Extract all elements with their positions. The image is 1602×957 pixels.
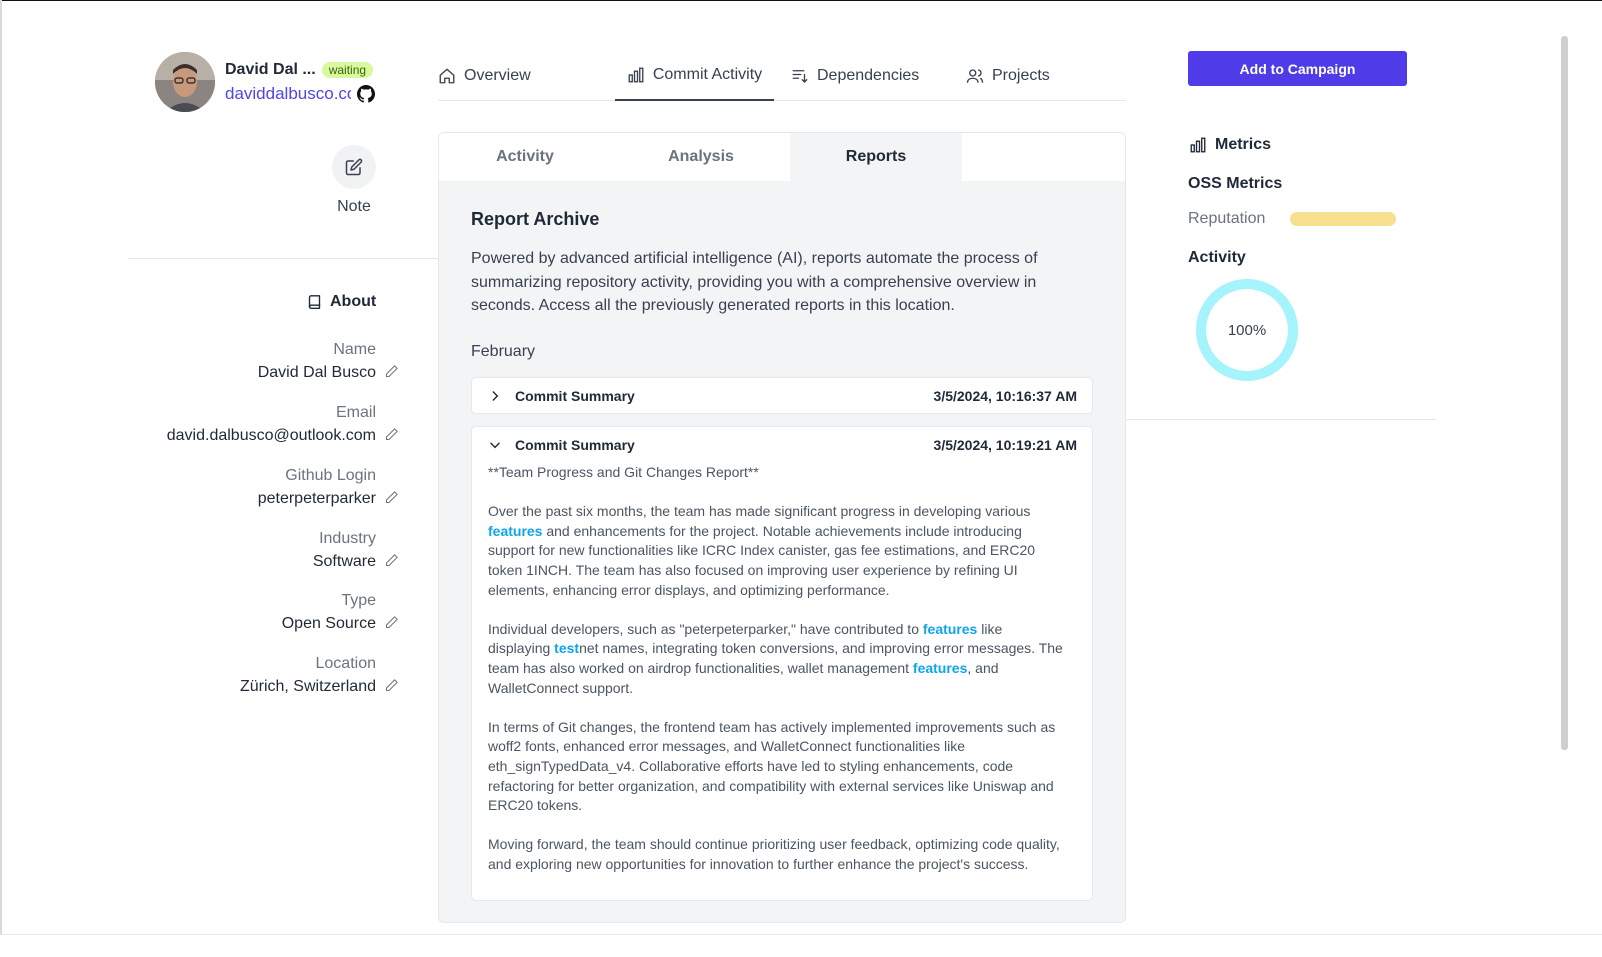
metrics-header: Metrics bbox=[1189, 136, 1271, 154]
text: and enhancements for the project. Notabl… bbox=[488, 522, 1036, 598]
pencil-icon[interactable] bbox=[384, 490, 399, 505]
text: Individual developers, such as "peterpet… bbox=[488, 620, 923, 637]
field-label: Location bbox=[315, 655, 377, 672]
field-value: david.dalbusco@outlook.com bbox=[166, 427, 376, 444]
reputation-bar bbox=[1290, 212, 1396, 226]
chevron-right-icon[interactable] bbox=[488, 389, 502, 403]
field-value: Zürich, Switzerland bbox=[239, 678, 376, 695]
report-header[interactable]: Commit Summary 3/5/2024, 10:19:21 AM bbox=[472, 427, 1092, 463]
list-sort-icon bbox=[792, 70, 808, 83]
left-border bbox=[0, 0, 2, 957]
metrics-title: Metrics bbox=[1215, 136, 1272, 153]
top-border bbox=[0, 0, 1602, 1]
note-button[interactable] bbox=[332, 145, 376, 189]
pencil-icon[interactable] bbox=[384, 678, 399, 693]
pencil-icon[interactable] bbox=[384, 364, 399, 379]
pencil-icon[interactable] bbox=[384, 553, 399, 568]
field-label: Type bbox=[341, 592, 376, 609]
archive-title: Report Archive bbox=[471, 209, 600, 229]
report-title: Commit Summary bbox=[515, 437, 635, 453]
nav-tab-commit-activity[interactable]: Commit Activity bbox=[615, 55, 774, 101]
field-label: Industry bbox=[319, 530, 376, 547]
activity-value: 100% bbox=[1228, 322, 1266, 339]
profile-name: David Dal ... bbox=[225, 61, 316, 78]
report-item-expanded: Commit Summary 3/5/2024, 10:19:21 AM **T… bbox=[471, 426, 1093, 901]
bar-chart-icon bbox=[1190, 137, 1206, 153]
profile-website-link[interactable]: daviddalbusco.com bbox=[225, 84, 351, 104]
book-icon bbox=[308, 295, 321, 309]
report-item[interactable]: Commit Summary 3/5/2024, 10:16:37 AM bbox=[471, 377, 1093, 414]
nav-tab-overview[interactable]: Overview bbox=[438, 55, 531, 101]
nav-tab-dependencies[interactable]: Dependencies bbox=[791, 55, 919, 101]
right-divider bbox=[1126, 419, 1436, 420]
subtab-activity[interactable]: Activity bbox=[439, 133, 611, 181]
home-icon bbox=[439, 68, 455, 84]
about-title: About bbox=[330, 293, 377, 310]
subtab-reports[interactable]: Reports bbox=[790, 133, 962, 181]
profile-name-line: David Dal ... waiting bbox=[225, 61, 374, 79]
profile-handle-line: daviddalbusco.com bbox=[225, 84, 375, 104]
field-label: Github Login bbox=[285, 467, 376, 484]
report-body: **Team Progress and Git Changes Report**… bbox=[472, 463, 1092, 874]
highlight-keyword: features bbox=[912, 659, 968, 676]
field-value: Software bbox=[312, 553, 376, 570]
report-heading: **Team Progress and Git Changes Report** bbox=[488, 464, 759, 480]
about-field-github-login: Github Login peterpeterparker bbox=[258, 465, 376, 511]
field-label: Email bbox=[335, 404, 376, 421]
add-to-campaign-button[interactable]: Add to Campaign bbox=[1188, 51, 1407, 86]
pencil-icon[interactable] bbox=[384, 615, 399, 630]
field-value: peterpeterparker bbox=[257, 490, 376, 507]
nav-tab-label: Projects bbox=[992, 67, 1050, 84]
highlight-keyword: features bbox=[488, 522, 543, 539]
report-header[interactable]: Commit Summary 3/5/2024, 10:16:37 AM bbox=[472, 378, 1092, 414]
highlight-keyword: test bbox=[554, 640, 580, 657]
left-divider bbox=[128, 258, 438, 259]
nav-tab-label: Overview bbox=[464, 67, 531, 84]
report-paragraph: Moving forward, the team should continue… bbox=[488, 836, 1060, 872]
bar-chart-icon bbox=[628, 67, 644, 83]
github-icon[interactable] bbox=[357, 85, 375, 103]
activity-ring: 100% bbox=[1196, 279, 1298, 381]
report-title: Commit Summary bbox=[515, 388, 635, 404]
about-field-location: Location Zürich, Switzerland bbox=[240, 653, 376, 699]
month-label: February bbox=[471, 343, 536, 360]
field-value: David Dal Busco bbox=[257, 364, 376, 381]
reports-panel: Activity Analysis Reports Report Archive… bbox=[438, 132, 1126, 923]
oss-metrics-title: OSS Metrics bbox=[1188, 175, 1283, 192]
bottom-bar bbox=[0, 934, 1602, 957]
report-paragraph: Individual developers, such as "peterpet… bbox=[488, 620, 1064, 698]
chevron-down-icon[interactable] bbox=[488, 438, 502, 452]
reputation-label: Reputation bbox=[1188, 210, 1266, 227]
subtabs: Activity Analysis Reports bbox=[439, 133, 1125, 181]
edit-note-icon bbox=[345, 158, 363, 176]
users-icon bbox=[966, 69, 984, 83]
pencil-icon[interactable] bbox=[384, 427, 399, 442]
highlight-keyword: features bbox=[922, 620, 978, 637]
field-label: Name bbox=[333, 341, 376, 358]
about-field-name: Name David Dal Busco bbox=[258, 339, 376, 385]
note-label: Note bbox=[337, 198, 371, 215]
page-scrollbar[interactable] bbox=[1561, 36, 1568, 750]
activity-title: Activity bbox=[1188, 249, 1246, 266]
nav-tab-label: Dependencies bbox=[817, 67, 920, 84]
field-value: Open Source bbox=[281, 615, 376, 632]
top-nav: Overview Commit Activity Dependencies Pr… bbox=[438, 55, 1126, 101]
avatar bbox=[155, 52, 215, 112]
subtab-analysis[interactable]: Analysis bbox=[615, 133, 787, 181]
report-paragraph: In terms of Git changes, the frontend te… bbox=[488, 718, 1056, 814]
archive-description: Powered by advanced artificial intellige… bbox=[471, 250, 1038, 314]
report-date: 3/5/2024, 10:19:21 AM bbox=[933, 437, 1077, 453]
status-badge: waiting bbox=[321, 62, 374, 78]
report-paragraph: Over the past six months, the team has m… bbox=[488, 502, 1064, 600]
report-date: 3/5/2024, 10:16:37 AM bbox=[933, 388, 1077, 404]
about-header: About bbox=[307, 293, 376, 311]
about-field-type: Type Open Source bbox=[282, 590, 376, 636]
nav-tab-projects[interactable]: Projects bbox=[966, 55, 1050, 101]
text: Over the past six months, the team has m… bbox=[488, 503, 1031, 520]
about-field-industry: Industry Software bbox=[313, 528, 376, 574]
about-field-email: Email david.dalbusco@outlook.com bbox=[167, 402, 376, 448]
nav-tab-label: Commit Activity bbox=[652, 66, 763, 83]
